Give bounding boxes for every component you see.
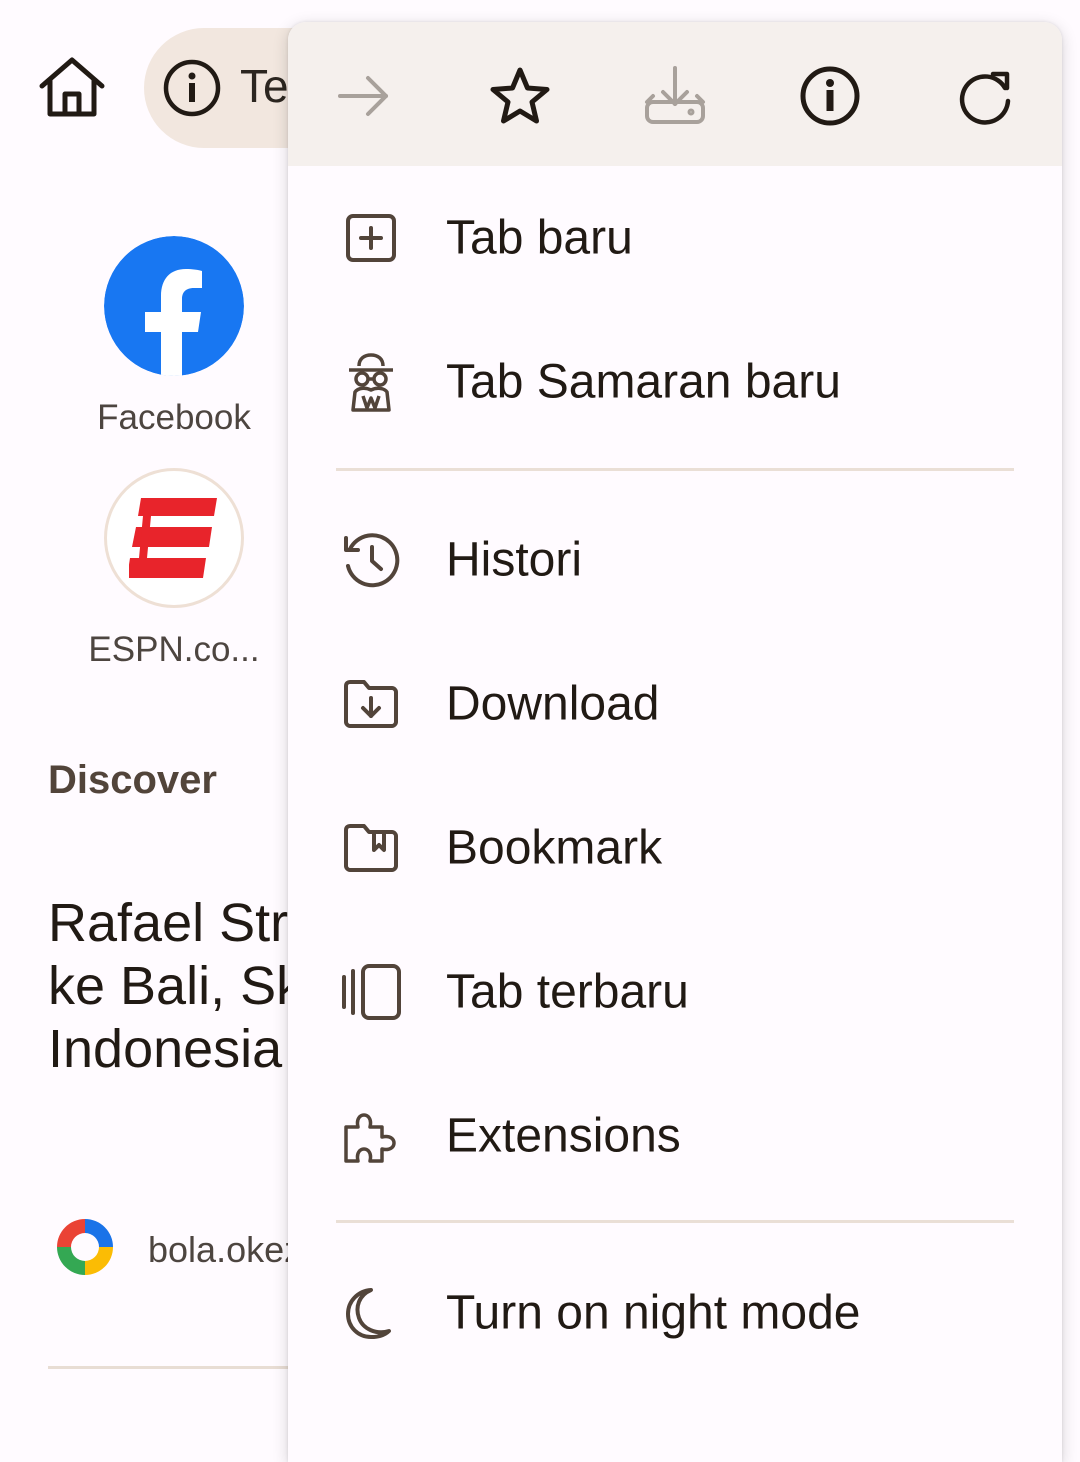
menu-item-bookmarks[interactable]: Bookmark [288,776,1062,920]
download-icon[interactable] [637,58,713,134]
star-icon[interactable] [482,58,558,134]
menu-item-label: Tab terbaru [446,965,689,1019]
menu-item-partial[interactable] [288,1385,1062,1462]
recent-tabs-icon [336,960,406,1024]
extensions-icon [336,1104,406,1168]
menu-item-label: Bookmark [446,821,663,875]
url-text[interactable]: Te [240,59,289,113]
menu-divider [336,468,1014,471]
menu-item-downloads[interactable]: Download [288,632,1062,776]
divider [48,1366,308,1369]
source-name: bola.okez [148,1229,303,1270]
menu-item-label: Tab baru [446,211,633,265]
bookmarks-icon [336,816,406,880]
menu-item-recent-tabs[interactable]: Tab terbaru [288,920,1062,1064]
info-icon[interactable] [162,58,222,118]
menu-item-label: Tab Samaran baru [446,355,841,409]
menu-item-history[interactable]: Histori [288,488,1062,632]
refresh-icon[interactable] [947,58,1023,134]
downloads-folder-icon [336,672,406,736]
menu-item-label: Download [446,677,660,731]
menu-item-new-tab[interactable]: Tab baru [288,166,1062,310]
menu-item-incognito[interactable]: Tab Samaran baru [288,310,1062,454]
espn-icon [104,468,244,608]
menu-item-night-mode[interactable]: Turn on night mode [288,1241,1062,1385]
new-tab-icon [336,206,406,270]
source-logo-icon [54,1216,116,1278]
desktop-site-icon [336,1425,406,1462]
discover-heading: Discover [48,758,217,802]
shortcut-facebook[interactable]: Facebook [74,236,274,438]
menu-item-label: Extensions [446,1109,681,1163]
moon-icon [336,1281,406,1345]
overflow-menu: Tab baru Tab Samaran baru Histori Downlo… [288,22,1062,1462]
menu-divider [336,1220,1014,1223]
home-icon [38,56,106,120]
facebook-icon [104,236,244,376]
forward-arrow-icon[interactable] [326,58,402,134]
shortcut-espn[interactable]: ESPN.co... [74,468,274,670]
menu-action-row [288,22,1062,166]
page-info-icon[interactable] [792,58,868,134]
history-icon [336,528,406,592]
menu-item-label: Histori [446,533,583,587]
incognito-icon [336,350,406,414]
menu-item-label: Turn on night mode [446,1286,861,1340]
menu-item-extensions[interactable]: Extensions [288,1064,1062,1208]
home-button[interactable] [38,56,106,120]
shortcut-label: Facebook [97,398,251,437]
shortcut-label: ESPN.co... [88,630,260,669]
